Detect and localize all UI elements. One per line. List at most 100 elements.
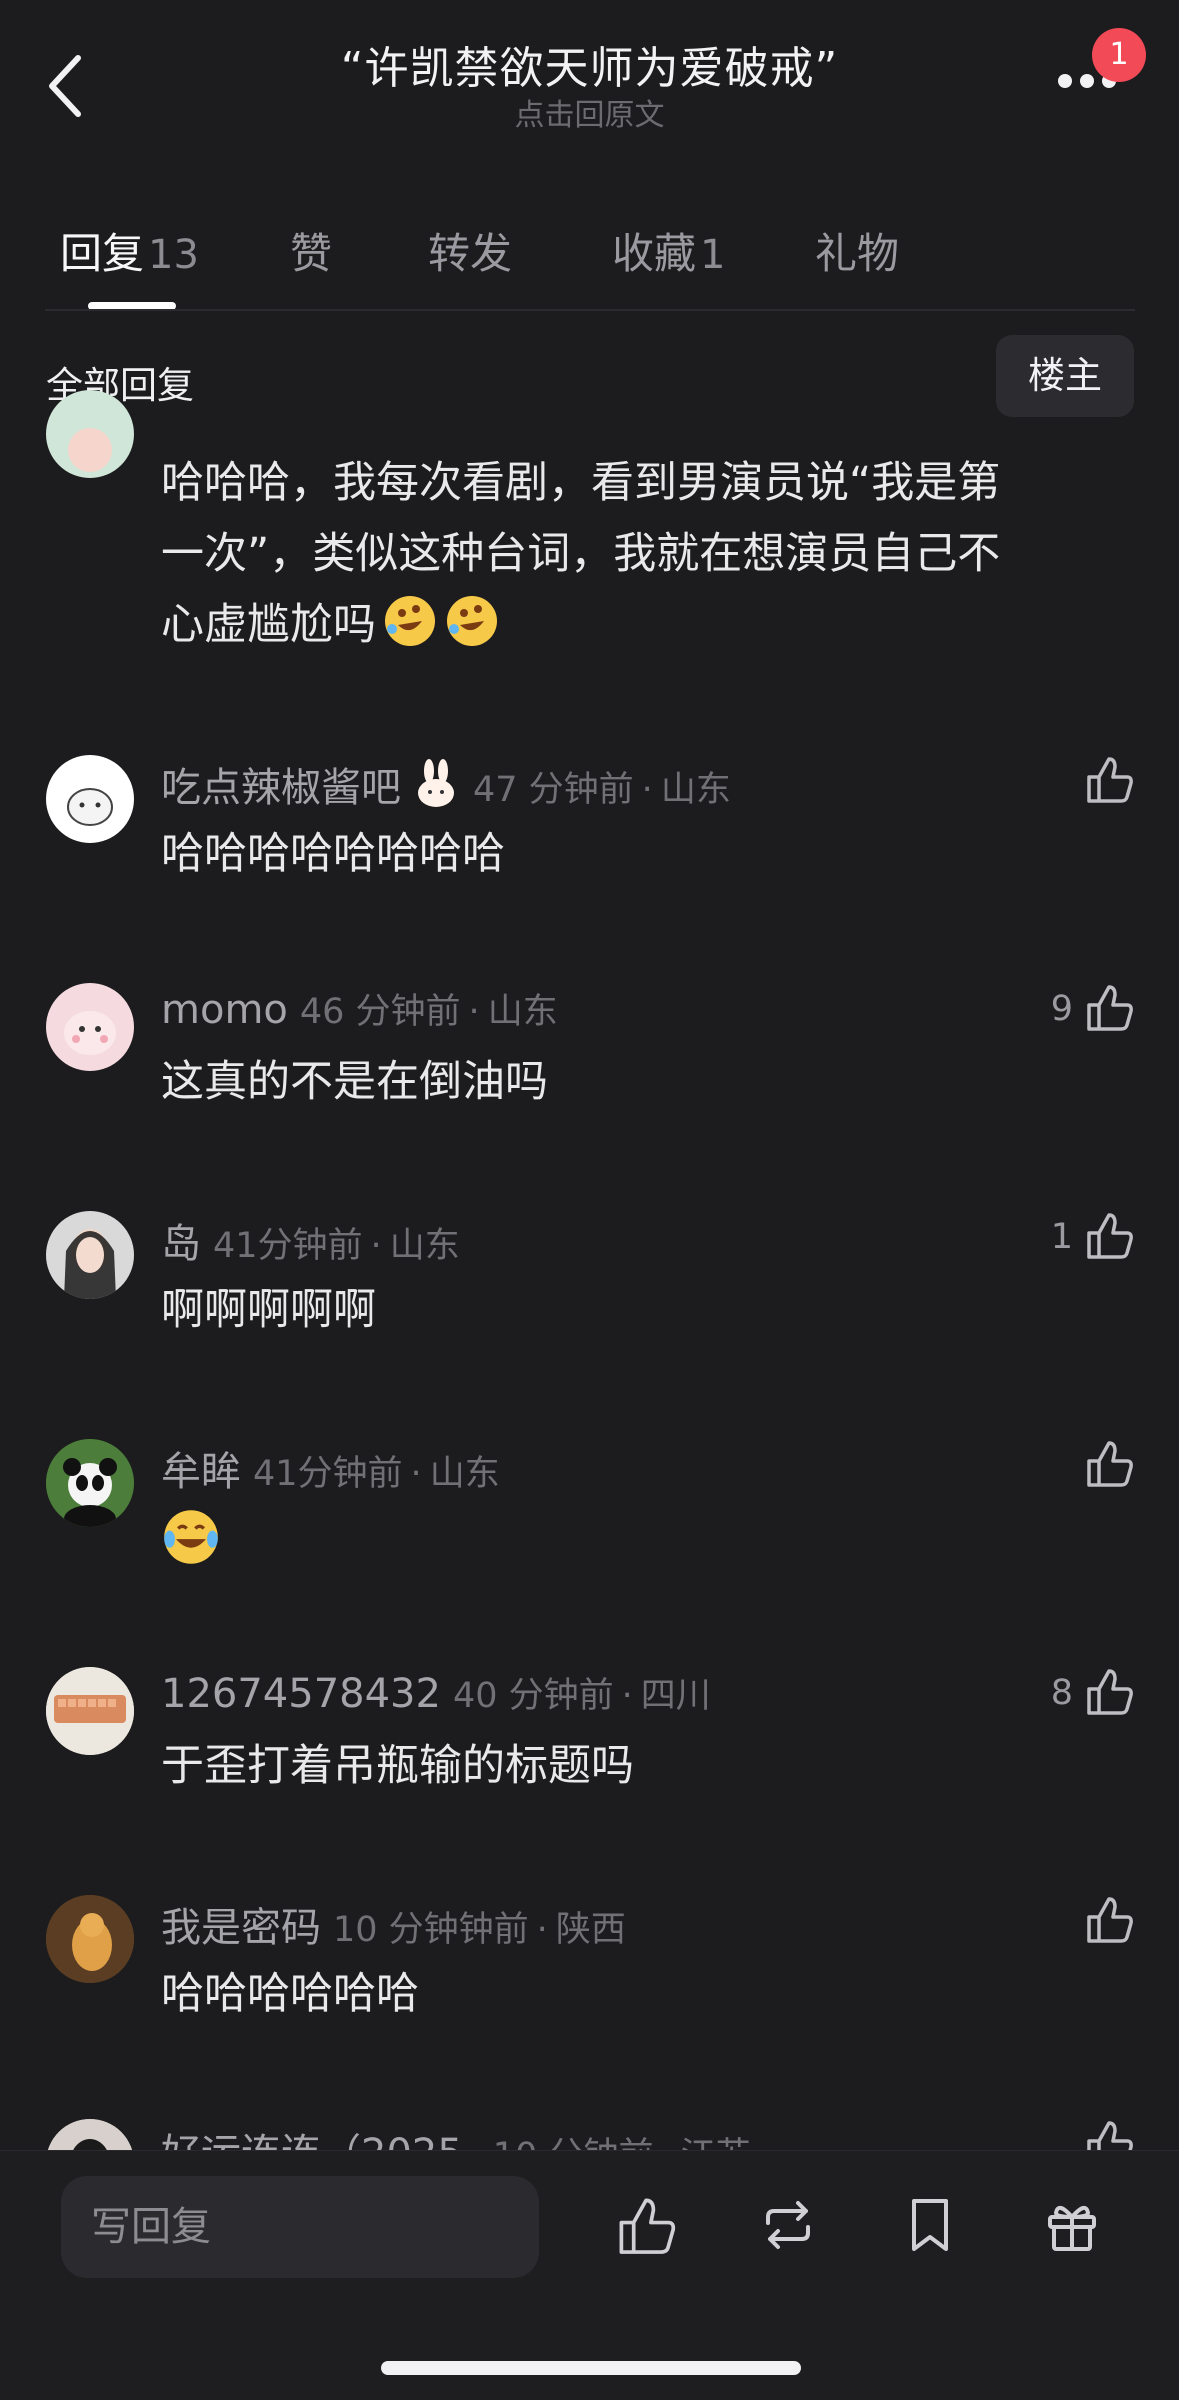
avatar[interactable] <box>46 1895 134 1983</box>
separator: · <box>661 2136 672 2150</box>
comment-text <box>161 1507 221 1589</box>
thumbs-up-icon <box>1083 753 1135 805</box>
tab-label: 赞 <box>290 229 333 278</box>
comment-location: 陕西 <box>555 1910 626 1950</box>
separator: · <box>468 992 480 1032</box>
like-button[interactable]: 1 <box>975 1209 1135 1269</box>
like-count: 8 <box>1050 1673 1073 1713</box>
avatar[interactable] <box>46 390 134 478</box>
thumbs-up-icon <box>1083 1893 1135 1945</box>
comment-time: 47 分钟前 <box>473 770 634 810</box>
like-count: 1 <box>1050 1217 1073 1257</box>
tab-replies[interactable]: 回复 13 <box>60 220 199 281</box>
username[interactable]: momo <box>161 987 288 1033</box>
comment-meta: 好运连连（2025 10 分钟前 · 江苏 <box>161 2121 751 2150</box>
tab-label: 礼物 <box>815 229 900 278</box>
more-dot-icon <box>1058 74 1072 88</box>
tab-likes[interactable]: 赞 <box>290 220 332 281</box>
separator: · <box>536 1910 548 1950</box>
comment-meta: momo 46 分钟前 · 山东 <box>161 983 558 1034</box>
comment-text: 哈哈哈哈哈哈 <box>161 1969 419 2019</box>
username[interactable]: 吃点辣椒酱吧 <box>161 765 401 811</box>
rabbit-emoji-icon <box>418 759 454 807</box>
reply-input[interactable]: 写回复 <box>61 2176 539 2278</box>
like-button[interactable] <box>975 753 1135 813</box>
comment-time: 10 分钟前 <box>493 2136 654 2150</box>
thumbs-up-icon <box>1083 1209 1135 1261</box>
header: “许凯禁欲天师为爱破戒” 点击回原文 1 <box>0 0 1179 200</box>
avatar[interactable] <box>46 1211 134 1299</box>
avatar[interactable] <box>46 2119 134 2150</box>
username[interactable]: 12674578432 <box>161 1671 441 1717</box>
comment-text: 啊啊啊啊啊 <box>161 1285 376 1335</box>
comment-location: 四川 <box>640 1676 711 1716</box>
tab-bar: 回复 13 赞 转发 收藏 1 礼物 <box>0 210 1179 310</box>
avatar[interactable] <box>46 755 134 843</box>
like-button[interactable]: 8 <box>975 1665 1135 1725</box>
comment-time: 41分钟前 <box>253 1454 403 1494</box>
tab-count: 1 <box>700 232 726 278</box>
like-post-icon[interactable] <box>614 2193 678 2257</box>
thumbs-up-icon <box>1083 2117 1135 2150</box>
username[interactable]: 我是密码 <box>161 1905 321 1951</box>
username[interactable]: 岛 <box>161 1221 201 1267</box>
separator: · <box>370 1226 382 1266</box>
comment-meta: 12674578432 40 分钟前 · 四川 <box>161 1667 711 1718</box>
bookmark-icon[interactable] <box>898 2193 962 2257</box>
avatar[interactable] <box>46 1439 134 1527</box>
tab-label: 转发 <box>428 229 513 278</box>
like-button[interactable]: 9 <box>975 981 1135 1041</box>
username[interactable]: 好运连连（2025 <box>161 2131 463 2150</box>
tab-favorites[interactable]: 收藏 1 <box>612 220 725 281</box>
comment-text: 哈哈哈哈哈哈哈哈 <box>161 829 505 879</box>
filter-row: 全部回复 楼主 <box>0 335 1179 419</box>
avatar[interactable] <box>46 1667 134 1755</box>
comment-location: 山东 <box>389 1226 460 1266</box>
like-button[interactable] <box>975 1893 1135 1953</box>
comment-location: 山东 <box>487 992 558 1032</box>
separator: · <box>641 770 653 810</box>
separator: · <box>621 1676 633 1716</box>
comment-time: 10 分钟钟前 <box>333 1910 529 1950</box>
comment-location: 江苏 <box>681 2136 751 2150</box>
home-indicator <box>381 2361 801 2375</box>
comment-meta: 吃点辣椒酱吧 47 分钟前 · 山东 <box>161 755 731 813</box>
rofl-emoji-icon <box>447 596 497 646</box>
tears-of-joy-emoji-icon <box>164 1510 218 1564</box>
rofl-emoji-icon <box>385 596 435 646</box>
thumbs-up-icon <box>1083 1437 1135 1489</box>
comment-item: 好运连连（2025 10 分钟前 · 江苏 <box>0 2103 1179 2150</box>
thumbs-up-icon <box>1083 1665 1135 1717</box>
comment-meta: 我是密码 10 分钟钟前 · 陕西 <box>161 1895 626 1953</box>
comment-time: 41分钟前 <box>213 1226 363 1266</box>
repost-icon[interactable] <box>756 2193 820 2257</box>
tab-reposts[interactable]: 转发 <box>428 220 512 281</box>
thumbs-up-icon <box>1083 981 1135 1033</box>
tab-divider <box>45 309 1135 311</box>
back-to-post-link[interactable]: 点击回原文 <box>0 90 1179 134</box>
comment-time: 40 分钟前 <box>452 1676 614 1716</box>
gift-icon[interactable] <box>1040 2193 1104 2257</box>
comment-location: 山东 <box>429 1454 500 1494</box>
comment-meta: 牟眸 41分钟前 · 山东 <box>161 1439 500 1497</box>
comment-time: 46 分钟前 <box>299 992 461 1032</box>
tab-label: 收藏 <box>612 229 697 278</box>
more-dot-icon <box>1080 74 1094 88</box>
comment-meta: 岛 41分钟前 · 山东 <box>161 1211 460 1269</box>
owner-only-button[interactable]: 楼主 <box>996 335 1134 417</box>
like-button[interactable] <box>975 2117 1135 2150</box>
comment-text: 这真的不是在倒油吗 <box>161 1057 548 1107</box>
tab-count: 13 <box>148 232 199 278</box>
comment-text: 哈哈哈，我每次看剧，看到男演员说“我是第 一次”，类似这种台词，我就在想演员自己… <box>161 458 1001 650</box>
like-count: 9 <box>1050 989 1073 1029</box>
post-title[interactable]: “许凯禁欲天师为爱破戒” <box>0 32 1179 96</box>
avatar[interactable] <box>46 983 134 1071</box>
tab-gifts[interactable]: 礼物 <box>815 220 899 281</box>
username[interactable]: 牟眸 <box>161 1449 241 1495</box>
like-button[interactable] <box>975 1437 1135 1497</box>
comment-location: 山东 <box>660 770 731 810</box>
comment-text: 于歪打着吊瓶输的标题吗 <box>161 1741 634 1791</box>
tab-label: 回复 <box>60 229 145 278</box>
notification-badge: 1 <box>1092 28 1146 82</box>
separator: · <box>410 1454 422 1494</box>
